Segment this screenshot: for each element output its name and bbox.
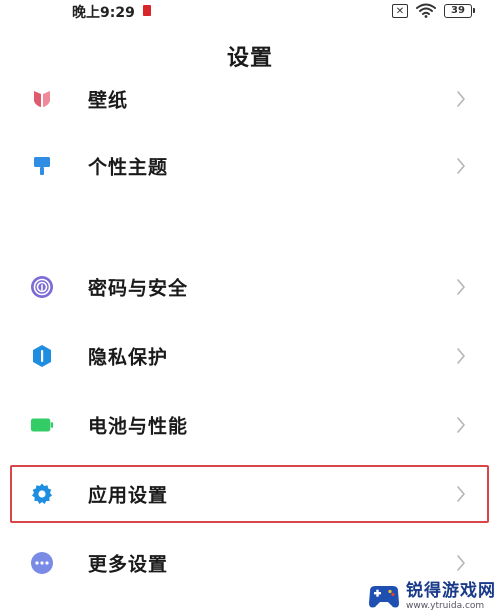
settings-item-label: 电池与性能: [88, 415, 189, 438]
chevron-right-icon: [457, 279, 465, 295]
highlight-box: [10, 465, 489, 523]
more-dots-icon: [30, 551, 54, 575]
notification-icon: [143, 5, 151, 16]
settings-item-wallpaper[interactable]: 壁纸: [0, 69, 500, 129]
gamepad-logo-icon: [369, 586, 399, 608]
settings-item-label: 密码与安全: [88, 277, 189, 300]
battery-indicator: 39: [444, 3, 475, 18]
settings-item-battery-performance[interactable]: 电池与性能: [0, 395, 500, 455]
status-time: 晚上9:29: [72, 5, 135, 21]
watermark-url: www.ytruida.com: [406, 601, 485, 611]
chevron-right-icon: [457, 417, 465, 433]
settings-item-label: 个性主题: [88, 156, 169, 179]
settings-item-label: 更多设置: [88, 553, 169, 576]
wallpaper-icon: [30, 87, 54, 111]
sim-x-icon: ✕: [392, 3, 408, 18]
settings-item-password-security[interactable]: 密码与安全: [0, 257, 500, 317]
privacy-shield-icon: [30, 344, 54, 368]
settings-item-privacy[interactable]: 隐私保护: [0, 326, 500, 386]
battery-icon: [30, 413, 54, 437]
page-title: 设置: [226, 46, 273, 71]
settings-item-label: 隐私保护: [88, 346, 169, 369]
wifi-icon: [416, 3, 436, 18]
chevron-right-icon: [457, 91, 465, 107]
status-icons: ✕ 39: [392, 3, 475, 18]
chevron-right-icon: [457, 555, 465, 571]
site-watermark: 锐得游戏网 www.ytruida.com: [366, 581, 496, 613]
status-bar: 晚上9:29 ✕ 39: [0, 0, 500, 26]
theme-brush-icon: [30, 154, 54, 178]
chevron-right-icon: [457, 348, 465, 364]
chevron-right-icon: [457, 158, 465, 174]
fingerprint-icon: [30, 275, 54, 299]
watermark-name: 锐得游戏网: [406, 581, 496, 601]
settings-item-theme[interactable]: 个性主题: [0, 136, 500, 196]
settings-item-label: 壁纸: [88, 89, 129, 112]
